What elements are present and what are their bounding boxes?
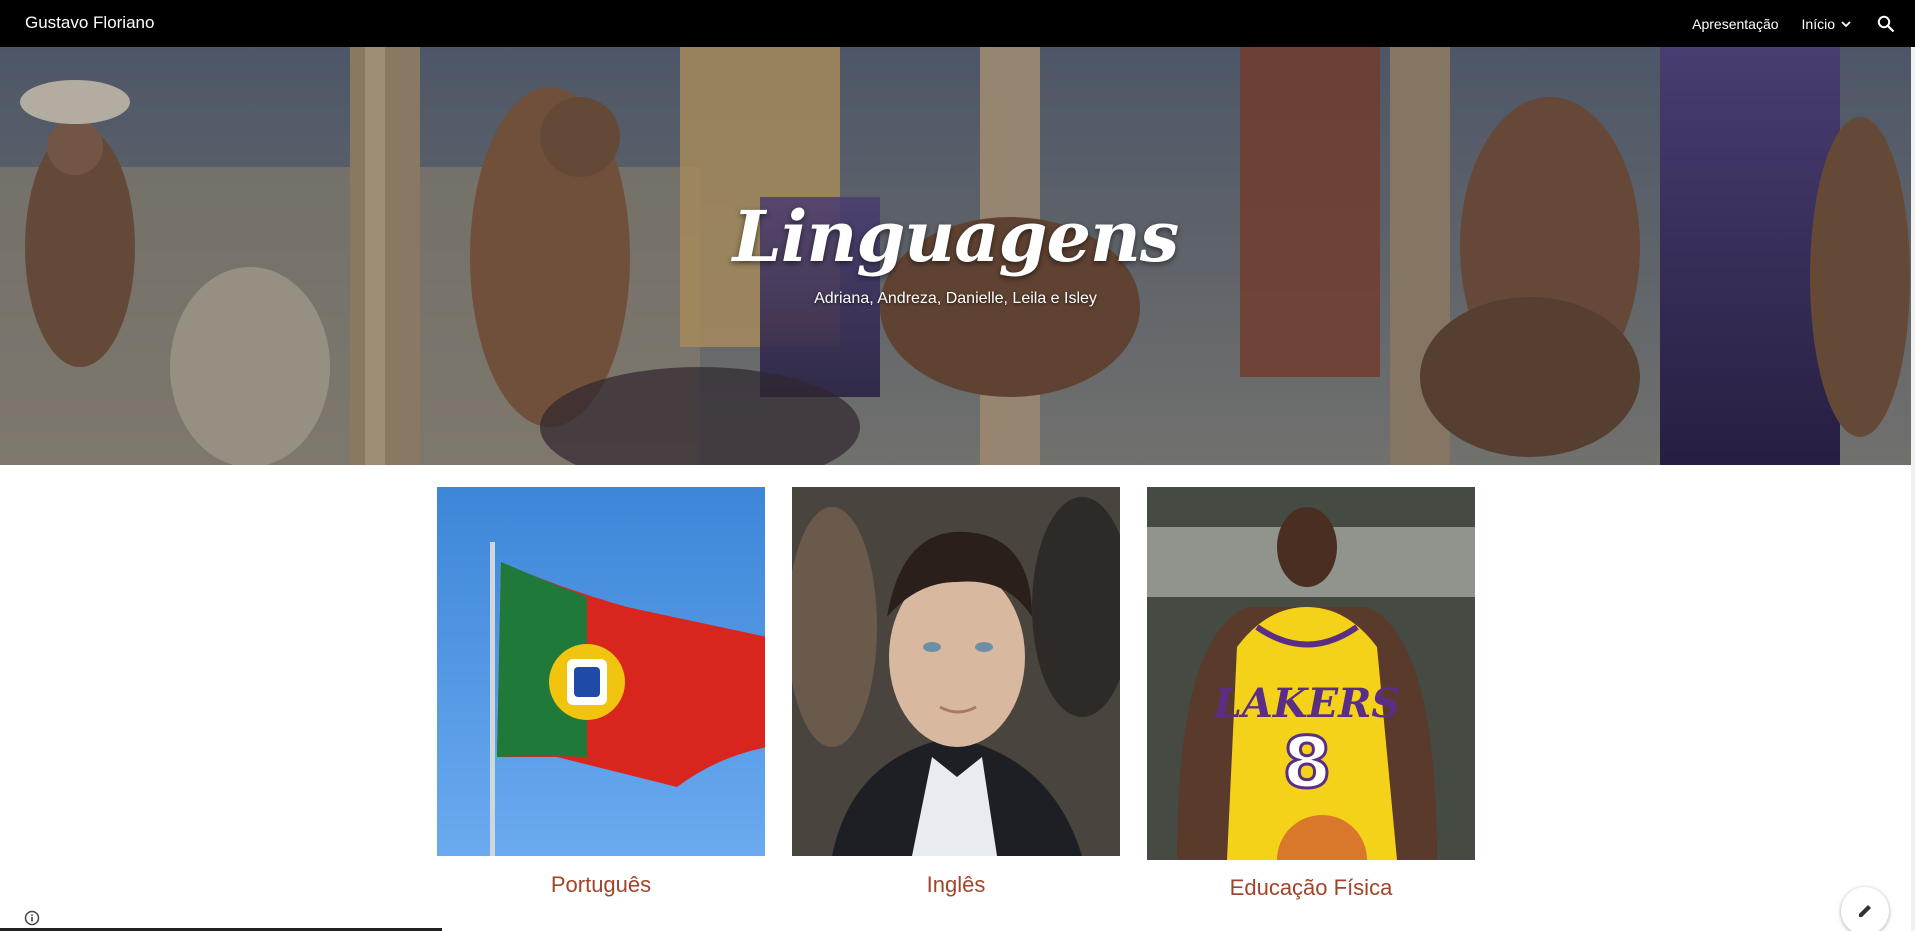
nav-link-label: Início (1801, 15, 1835, 32)
search-button[interactable] (1875, 13, 1897, 35)
card-portugues[interactable]: Português (437, 487, 765, 907)
nav-link-apresentacao[interactable]: Apresentação (1692, 16, 1778, 32)
card-educacao-fisica[interactable]: LAKERS 8 Educação Física (1147, 487, 1475, 907)
svg-text:LAKERS: LAKERS (1213, 680, 1401, 727)
edit-button[interactable] (1841, 887, 1889, 931)
page-subtitle: Adriana, Andreza, Danielle, Leila e Isle… (814, 290, 1097, 307)
main-nav: Apresentação Início (1692, 0, 1915, 47)
card-ingles[interactable]: Inglês (792, 487, 1120, 907)
basketball-player-illustration: LAKERS 8 (1147, 487, 1475, 860)
svg-text:8: 8 (1283, 722, 1332, 804)
info-icon (24, 910, 40, 926)
scrollbar-track[interactable] (1911, 47, 1915, 931)
search-icon (1877, 15, 1895, 32)
card-caption[interactable]: Inglês (792, 872, 1120, 898)
site-info-button[interactable] (24, 910, 40, 926)
basketball-player-image[interactable]: LAKERS 8 (1147, 487, 1475, 860)
top-navigation-bar: Gustavo Floriano Apresentação Início (0, 0, 1915, 47)
man-portrait-illustration (792, 487, 1120, 856)
portugal-flag-image[interactable] (437, 487, 765, 856)
card-caption[interactable]: Educação Física (1147, 875, 1475, 901)
site-title[interactable]: Gustavo Floriano (25, 0, 154, 47)
page-title: Linguagens (732, 195, 1180, 278)
card-caption[interactable]: Português (437, 872, 765, 898)
hero-banner: Linguagens Adriana, Andreza, Danielle, L… (0, 47, 1911, 465)
pencil-icon (1859, 905, 1871, 917)
nav-link-inicio[interactable]: Início (1802, 16, 1852, 32)
man-portrait-image[interactable] (792, 487, 1120, 856)
nav-link-label: Apresentação (1692, 15, 1779, 32)
portugal-flag-illustration (490, 542, 765, 856)
chevron-down-icon (1841, 20, 1851, 27)
